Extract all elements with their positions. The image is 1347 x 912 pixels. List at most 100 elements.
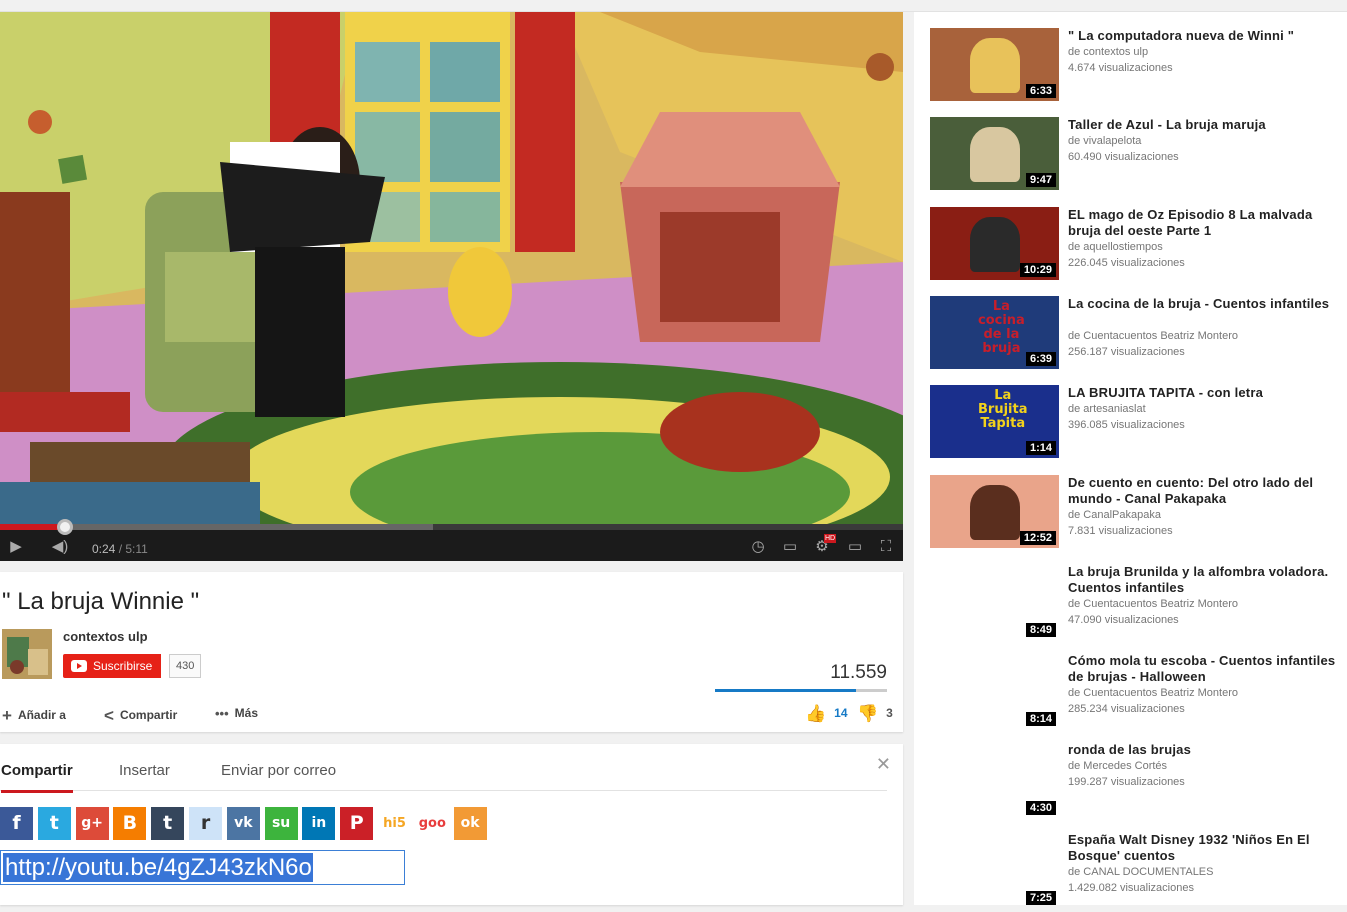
linkedin-icon[interactable]: in: [302, 807, 336, 840]
related-video-channel: de Cuentacuentos Beatriz Montero: [1068, 597, 1238, 610]
thumbnail-text-line: Tapita: [980, 416, 1026, 432]
youtube-logo-icon: [71, 660, 87, 672]
more-label: Más: [234, 706, 258, 720]
thumbnail-figure: [970, 127, 1020, 183]
video-thumbnail[interactable]: 10:29: [930, 206, 1059, 280]
add-to-label: Añadir a: [17, 708, 66, 723]
channel-name[interactable]: contextos ulp: [63, 629, 148, 644]
related-videos-sidebar: 6:33 " La computadora nueva de Winni " de …: [914, 12, 1347, 905]
video-thumbnail[interactable]: La Brujita Tapita 1:14: [930, 385, 1059, 459]
video-duration: 6:33: [1025, 84, 1056, 98]
progress-scrubber[interactable]: [57, 519, 74, 535]
thumbnail-text: La cocina de la bruja: [978, 298, 1025, 356]
video-duration: 8:49: [1026, 622, 1057, 637]
dislike-button[interactable]: 👎 3: [857, 704, 893, 724]
video-duration: 4:30: [1026, 801, 1057, 816]
share-url-input[interactable]: [3, 853, 313, 882]
related-video-title[interactable]: De cuento en cuento: Del otro lado del m…: [1068, 475, 1340, 507]
reddit-icon[interactable]: r: [189, 807, 222, 840]
captions-icon[interactable]: ▭: [780, 538, 800, 556]
theater-mode-icon[interactable]: ▭: [845, 538, 865, 556]
related-video-item[interactable]: La Brujita Tapita 1:14 LA BRUJITA TAPITA - c…: [930, 385, 1340, 465]
video-duration: 6:39: [1025, 351, 1056, 366]
related-video-title[interactable]: ronda de las brujas: [1068, 742, 1340, 758]
related-video-title[interactable]: La cocina de la bruja - Cuentos infantil…: [1068, 296, 1340, 312]
thumbnail-text-line: de la: [983, 326, 1020, 342]
related-video-item[interactable]: La cocina de la bruja 6:39 La cocina de la br…: [930, 295, 1340, 376]
video-frame[interactable]: [0, 12, 903, 524]
related-video-item[interactable]: 6:33 " La computadora nueva de Winni " de …: [930, 28, 1340, 108]
add-to-button[interactable]: + Añadir a: [2, 706, 66, 726]
vk-icon[interactable]: vk: [226, 807, 260, 840]
related-video-title[interactable]: LA BRUJITA TAPITA - con letra: [1068, 385, 1340, 401]
related-video-title[interactable]: Cómo mola tu escoba - Cuentos infantiles…: [1068, 653, 1340, 685]
tumblr-icon[interactable]: t: [151, 807, 185, 840]
time-current: 0:24: [92, 542, 116, 556]
video-thumbnail[interactable]: 6:33: [930, 28, 1059, 101]
video-info-card: " La bruja Winnie " contextos ulp Suscri…: [0, 572, 903, 732]
tab-embed[interactable]: Insertar: [119, 762, 170, 779]
video-duration: 1:14: [1025, 441, 1056, 456]
odnoklassniki-icon[interactable]: ok: [453, 807, 487, 840]
related-video-item[interactable]: 8:14 Cómo mola tu escoba - Cuentos infant…: [930, 653, 1340, 733]
view-count: 11.559: [830, 662, 887, 683]
related-video-title[interactable]: EL mago de Oz Episodio 8 La malvada bruj…: [1068, 207, 1340, 239]
related-video-item[interactable]: 10:29 EL mago de Oz Episodio 8 La malvada…: [930, 206, 1340, 287]
facebook-icon[interactable]: f: [0, 807, 33, 840]
thumbnail-figure: [970, 38, 1020, 93]
video-title: " La bruja Winnie ": [2, 588, 200, 615]
more-button[interactable]: ••• Más: [215, 706, 258, 721]
related-video-channel: de contextos ulp: [1068, 46, 1149, 58]
goo-icon[interactable]: goo: [416, 807, 449, 840]
masthead-strip: [0, 0, 1347, 12]
related-video-title[interactable]: " La computadora nueva de Winni ": [1068, 28, 1340, 44]
progress-played: [0, 524, 66, 530]
related-video-item[interactable]: 7:25 España Walt Disney 1932 'Niños En El…: [930, 832, 1340, 912]
twitter-icon[interactable]: t: [37, 807, 71, 840]
related-video-title[interactable]: España Walt Disney 1932 'Niños En El Bos…: [1068, 832, 1340, 864]
channel-avatar[interactable]: [2, 629, 52, 679]
related-video-title[interactable]: Taller de Azul - La bruja maruja: [1068, 117, 1340, 133]
like-button[interactable]: 👍 14: [805, 704, 848, 724]
share-label: Compartir: [119, 708, 178, 723]
video-duration: 8:14: [1026, 712, 1057, 727]
related-video-item[interactable]: 4:30 ronda de las brujas de Mercedes Corté…: [930, 742, 1340, 822]
tab-share[interactable]: Compartir: [1, 762, 73, 793]
more-dots-icon: •••: [215, 706, 229, 722]
progress-bar[interactable]: [0, 519, 903, 535]
video-thumbnail[interactable]: La cocina de la bruja 6:39: [930, 295, 1059, 369]
video-player[interactable]: ▶ ◀) 0:24 / 5:11 ◷ ▭ ⚙ HD ▭ ⛶: [0, 12, 903, 561]
share-url-box[interactable]: [0, 850, 405, 885]
video-thumbnail[interactable]: 12:52: [930, 474, 1059, 548]
related-video-channel: de CANAL DOCUMENTALES: [1068, 865, 1214, 878]
blogger-icon[interactable]: B: [113, 807, 147, 840]
close-icon[interactable]: ✕: [876, 754, 891, 775]
play-icon[interactable]: ▶: [6, 538, 26, 556]
subscribe-button[interactable]: Suscribirse: [63, 654, 162, 678]
related-video-views: 4.674 visualizaciones: [1068, 62, 1173, 74]
settings-gear-icon[interactable]: ⚙ HD: [812, 534, 837, 556]
related-video-item[interactable]: 9:47 Taller de Azul - La bruja maruja de v…: [930, 117, 1340, 197]
fullscreen-icon[interactable]: ⛶: [876, 538, 896, 556]
share-button[interactable]: < Compartir: [104, 706, 177, 726]
time-separator: /: [115, 542, 126, 556]
hi5-icon[interactable]: hi5: [378, 807, 411, 840]
related-video-channel: de artesaniaslat: [1068, 403, 1146, 416]
volume-icon[interactable]: ◀): [50, 538, 70, 556]
pinterest-icon[interactable]: P: [340, 807, 374, 840]
thumbnail-text-line: La: [992, 298, 1010, 314]
video-thumbnail[interactable]: 9:47: [930, 117, 1059, 191]
related-video-title[interactable]: La bruja Brunilda y la alfombra voladora…: [1068, 564, 1340, 596]
tab-email[interactable]: Enviar por correo: [221, 762, 336, 779]
watch-later-icon[interactable]: ◷: [748, 538, 768, 556]
dislike-count: 3: [886, 706, 893, 721]
share-icon: <: [104, 706, 114, 725]
related-video-item[interactable]: 8:49 La bruja Brunilda y la alfombra vola…: [930, 564, 1340, 644]
related-video-views: 396.085 visualizaciones: [1068, 419, 1185, 432]
related-video-item[interactable]: 12:52 De cuento en cuento: Del otro lado …: [930, 474, 1340, 555]
stumbleupon-icon[interactable]: su: [264, 807, 298, 840]
related-video-channel: de vivalapelota: [1068, 135, 1142, 148]
googleplus-icon[interactable]: g+: [75, 807, 109, 840]
related-video-views: 47.090 visualizaciones: [1068, 613, 1179, 626]
related-video-views: 60.490 visualizaciones: [1068, 151, 1179, 164]
